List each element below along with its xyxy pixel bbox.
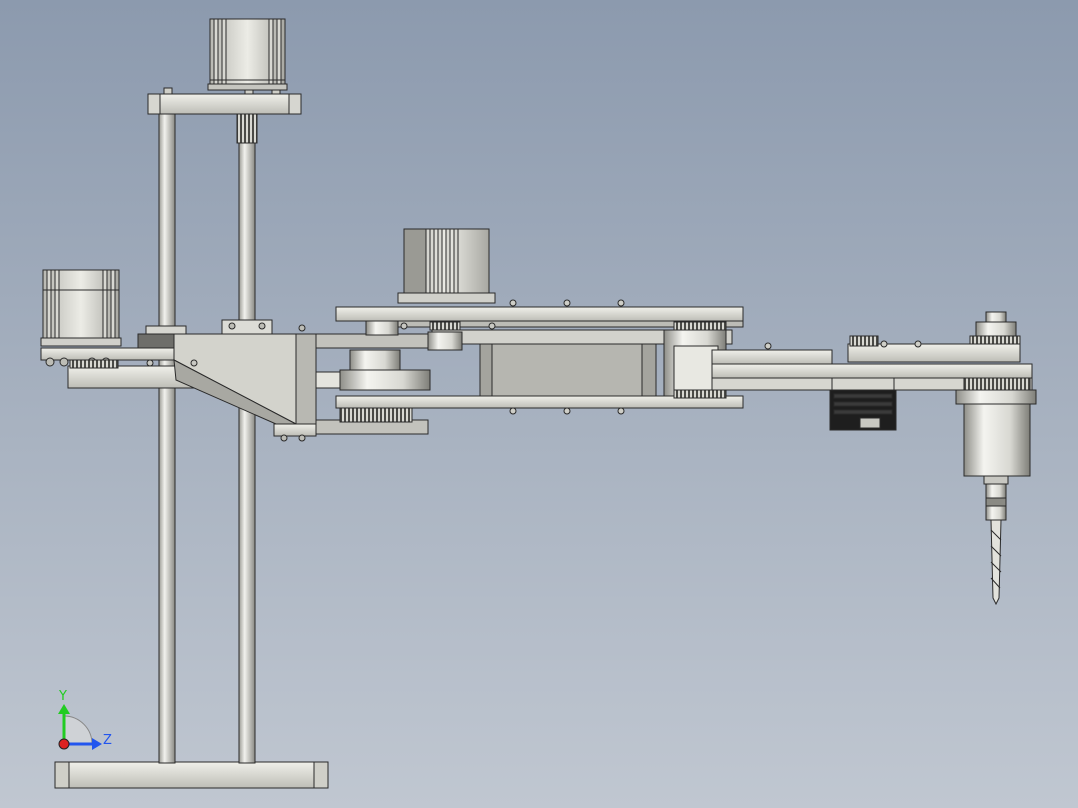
- cad-viewport[interactable]: Y Z: [0, 0, 1078, 808]
- top-plate: [147, 87, 302, 115]
- z-axis-label: Z: [103, 733, 112, 748]
- spindle-motor: [955, 311, 1037, 521]
- vertical-lift-motor: [207, 18, 288, 91]
- elbow-motor: [397, 228, 496, 304]
- drill-bit: [990, 519, 1002, 606]
- base-plate: [54, 761, 329, 789]
- wrist-motor: [829, 377, 897, 431]
- triad-arc: [63, 715, 93, 745]
- lead-screw: [236, 112, 258, 764]
- base-motor: [40, 269, 122, 347]
- orientation-triad: Y Z: [58, 689, 112, 750]
- y-axis-label: Y: [58, 689, 67, 704]
- scara-assembly-drawing: Y Z: [40, 18, 1037, 789]
- guide-rod-left: [158, 112, 176, 764]
- x-axis-dot: [58, 738, 70, 750]
